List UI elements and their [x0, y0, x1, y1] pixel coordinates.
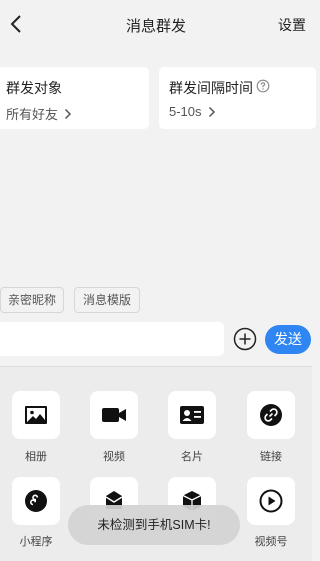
page-title: 消息群发	[125, 18, 186, 35]
broadcast-target-value: 所有好友	[6, 107, 59, 122]
broadcast-interval-label: 群发间隔时间	[169, 80, 253, 96]
chip-nickname[interactable]: 亲密昵称	[0, 287, 64, 313]
attach-channels-label: 视频号	[254, 536, 288, 548]
settings-button[interactable]: 设置	[278, 15, 306, 35]
attach-mini-program-button[interactable]	[12, 477, 60, 525]
play-icon	[259, 489, 283, 513]
attach-photo-label: 相册	[25, 451, 47, 463]
top-nav-bar: 消息群发 设置	[0, 0, 312, 48]
broadcast-interval-value: 5-10s	[169, 104, 202, 119]
broadcast-target-label: 群发对象	[6, 80, 62, 96]
attach-channels-button[interactable]	[247, 477, 295, 525]
attach-video-label: 视频	[103, 451, 125, 463]
attach-contact-card-button[interactable]	[168, 391, 216, 439]
image-icon	[25, 406, 47, 424]
help-icon[interactable]	[256, 79, 270, 93]
attach-photo-button[interactable]	[12, 391, 60, 439]
mini-program-icon	[25, 490, 47, 512]
attach-link-button[interactable]	[247, 391, 295, 439]
attach-mini-program-label: 小程序	[19, 536, 53, 548]
send-button[interactable]: 发送	[265, 325, 311, 354]
chevron-right-icon	[64, 108, 72, 119]
message-input[interactable]	[0, 322, 224, 356]
toast-message: 未检测到手机SIM卡!	[68, 505, 240, 545]
broadcast-target-value-row: 所有好友	[6, 104, 72, 123]
broadcast-target-card[interactable]: 群发对象 所有好友	[0, 67, 149, 129]
chevron-right-icon	[208, 106, 215, 117]
attach-video-button[interactable]	[90, 391, 138, 439]
video-camera-icon	[102, 408, 126, 422]
attach-contact-card-label: 名片	[181, 451, 203, 463]
chip-message-template[interactable]: 消息模版	[74, 287, 140, 313]
link-icon	[260, 404, 282, 426]
attach-link-label: 链接	[260, 451, 282, 463]
broadcast-interval-value-row: 5-10s	[169, 104, 216, 119]
broadcast-interval-card[interactable]: 群发间隔时间 5-10s	[159, 67, 316, 129]
contact-card-icon	[180, 406, 204, 424]
plus-circle-icon[interactable]	[233, 327, 257, 351]
